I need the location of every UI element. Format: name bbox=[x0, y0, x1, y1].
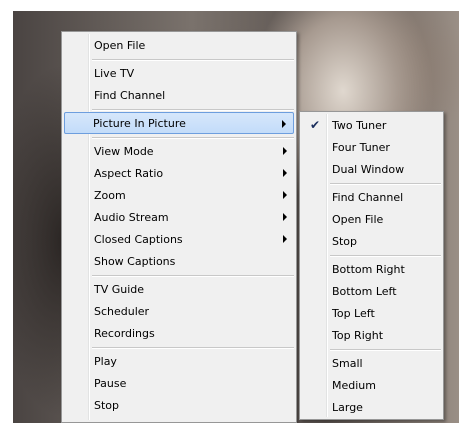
menu-item-find-channel[interactable]: Find Channel bbox=[64, 84, 294, 106]
menu-item-label: Open File bbox=[94, 38, 146, 52]
chevron-right-icon bbox=[283, 213, 287, 221]
submenu-item-four-tuner[interactable]: Four Tuner bbox=[302, 136, 441, 158]
menu-item-label: Four Tuner bbox=[332, 140, 390, 154]
submenu-item-medium[interactable]: Medium bbox=[302, 374, 441, 396]
submenu-item-open-file[interactable]: Open File bbox=[302, 208, 441, 230]
menu-item-label: Recordings bbox=[94, 326, 155, 340]
menu-item-closed-captions[interactable]: Closed Captions bbox=[64, 228, 294, 250]
menu-separator bbox=[92, 347, 294, 349]
menu-item-label: Medium bbox=[332, 378, 376, 392]
menu-item-recordings[interactable]: Recordings bbox=[64, 322, 294, 344]
menu-item-label: Play bbox=[94, 354, 117, 368]
menu-separator bbox=[330, 349, 441, 351]
menu-item-tv-guide[interactable]: TV Guide bbox=[64, 278, 294, 300]
menu-item-label: Two Tuner bbox=[332, 118, 387, 132]
submenu-item-find-channel[interactable]: Find Channel bbox=[302, 186, 441, 208]
menu-item-label: Bottom Left bbox=[332, 284, 397, 298]
submenu-item-small[interactable]: Small bbox=[302, 352, 441, 374]
menu-separator bbox=[330, 255, 441, 257]
menu-item-label: Small bbox=[332, 356, 363, 370]
submenu-item-bottom-left[interactable]: Bottom Left bbox=[302, 280, 441, 302]
submenu-item-top-right[interactable]: Top Right bbox=[302, 324, 441, 346]
menu-item-label: Dual Window bbox=[332, 162, 405, 176]
menu-item-label: Scheduler bbox=[94, 304, 150, 318]
context-menu: Open File Live TV Find Channel Picture I… bbox=[61, 31, 297, 423]
chevron-right-icon bbox=[283, 169, 287, 177]
menu-item-label: Top Right bbox=[332, 328, 384, 342]
menu-item-live-tv[interactable]: Live TV bbox=[64, 62, 294, 84]
menu-item-stop[interactable]: Stop bbox=[64, 394, 294, 416]
check-icon: ✔ bbox=[309, 118, 321, 132]
menu-item-label: Bottom Right bbox=[332, 262, 405, 276]
menu-item-label: View Mode bbox=[94, 144, 154, 158]
menu-item-label: Show Captions bbox=[94, 254, 176, 268]
menu-item-label: Live TV bbox=[94, 66, 135, 80]
menu-item-label: Open File bbox=[332, 212, 384, 226]
menu-item-pause[interactable]: Pause bbox=[64, 372, 294, 394]
menu-item-label: Audio Stream bbox=[94, 210, 169, 224]
menu-item-label: Large bbox=[332, 400, 363, 414]
submenu-item-bottom-right[interactable]: Bottom Right bbox=[302, 258, 441, 280]
menu-item-show-captions[interactable]: Show Captions bbox=[64, 250, 294, 272]
menu-item-aspect-ratio[interactable]: Aspect Ratio bbox=[64, 162, 294, 184]
submenu-item-stop[interactable]: Stop bbox=[302, 230, 441, 252]
menu-item-label: TV Guide bbox=[94, 282, 145, 296]
submenu-item-large[interactable]: Large bbox=[302, 396, 441, 418]
menu-item-scheduler[interactable]: Scheduler bbox=[64, 300, 294, 322]
menu-item-label: Stop bbox=[332, 234, 358, 248]
menu-item-label: Find Channel bbox=[332, 190, 404, 204]
menu-item-label: Top Left bbox=[332, 306, 375, 320]
menu-item-label: Picture In Picture bbox=[93, 116, 186, 130]
chevron-right-icon bbox=[283, 235, 287, 243]
menu-item-play[interactable]: Play bbox=[64, 350, 294, 372]
submenu-item-top-left[interactable]: Top Left bbox=[302, 302, 441, 324]
menu-item-label: Pause bbox=[94, 376, 127, 390]
menu-separator bbox=[92, 109, 294, 111]
menu-item-label: Stop bbox=[94, 398, 120, 412]
menu-separator bbox=[92, 137, 294, 139]
menu-separator bbox=[92, 275, 294, 277]
menu-item-zoom[interactable]: Zoom bbox=[64, 184, 294, 206]
chevron-right-icon bbox=[282, 120, 286, 128]
menu-item-label: Find Channel bbox=[94, 88, 166, 102]
menu-item-view-mode[interactable]: View Mode bbox=[64, 140, 294, 162]
menu-item-label: Zoom bbox=[94, 188, 126, 202]
menu-item-open-file[interactable]: Open File bbox=[64, 34, 294, 56]
menu-item-audio-stream[interactable]: Audio Stream bbox=[64, 206, 294, 228]
menu-item-label: Closed Captions bbox=[94, 232, 183, 246]
picture-in-picture-submenu: ✔ Two Tuner Four Tuner Dual Window Find … bbox=[299, 111, 444, 420]
menu-item-label: Aspect Ratio bbox=[94, 166, 164, 180]
menu-item-picture-in-picture[interactable]: Picture In Picture bbox=[64, 112, 294, 134]
menu-separator bbox=[92, 59, 294, 61]
chevron-right-icon bbox=[283, 147, 287, 155]
menu-separator bbox=[330, 183, 441, 185]
chevron-right-icon bbox=[283, 191, 287, 199]
submenu-item-two-tuner[interactable]: ✔ Two Tuner bbox=[302, 114, 441, 136]
submenu-item-dual-window[interactable]: Dual Window bbox=[302, 158, 441, 180]
